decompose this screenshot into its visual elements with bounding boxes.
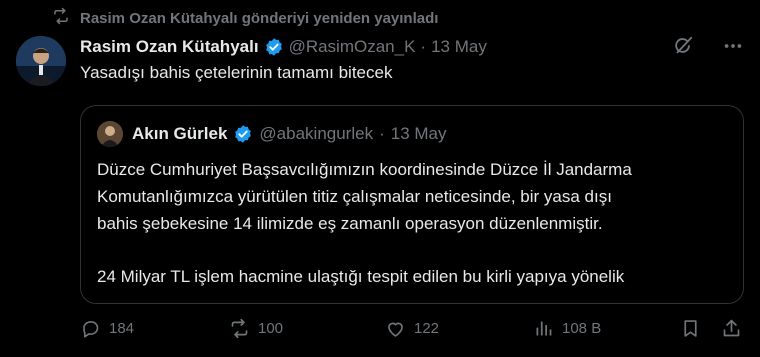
repost-action-icon [229,318,250,339]
quoted-separator-dot: · [379,124,385,143]
quoted-tweet[interactable]: Akın Gürlek @abakingurlek · 13 May Düzce… [80,105,744,304]
tweet-top-icons [672,35,744,57]
tweet-card[interactable]: Rasim Ozan Kütahyalı gönderiyi yeniden y… [0,0,760,357]
action-bar: 184 100 122 108 B [80,316,744,340]
share-button[interactable] [721,316,742,340]
quoted-text-line: Düzce Cumhuriyet Başsavcılığımızın koord… [97,160,632,179]
views-count: 108 B [562,319,602,337]
reply-count: 184 [109,319,135,337]
repost-text: Rasim Ozan Kütahyalı gönderiyi yeniden y… [80,9,439,27]
author-name[interactable]: Rasim Ozan Kütahyalı [80,37,259,57]
heart-icon [385,318,406,339]
quoted-text: Düzce Cumhuriyet Başsavcılığımızın koord… [97,156,737,290]
more-icon[interactable] [722,35,744,57]
like-count: 122 [414,319,440,337]
reply-button[interactable]: 184 [80,316,134,340]
quoted-text-line: Komutanlığımızca yürütülen titiz çalışma… [97,187,612,206]
repost-button[interactable]: 100 [229,316,283,340]
repost-count: 100 [258,319,284,337]
repost-header[interactable]: Rasim Ozan Kütahyalı gönderiyi yeniden y… [52,7,438,29]
verified-badge-icon[interactable] [264,37,284,57]
quoted-text-line: bahis şebekesine 14 ilimizde eş zamanlı … [97,214,603,233]
bookmark-button[interactable] [680,316,701,340]
views-icon [533,318,554,339]
reply-icon [80,318,101,339]
quoted-date[interactable]: 13 May [391,124,447,144]
tweet-date[interactable]: 13 May [431,37,487,57]
quoted-avatar[interactable] [97,121,123,147]
quoted-author-name[interactable]: Akın Gürlek [132,124,227,144]
share-icon [721,318,742,339]
views-button[interactable]: 108 B [533,316,601,340]
tweet-text: Yasadışı bahis çetelerinin tamamı bitece… [80,63,393,82]
avatar[interactable] [16,36,66,86]
tweet-author-line: Rasim Ozan Kütahyalı @RasimOzan_K · 13 M… [80,36,487,58]
quoted-author-line: Akın Gürlek @abakingurlek · 13 May [97,121,447,147]
quoted-text-line: 24 Milyar TL işlem hacmine ulaştığı tesp… [97,267,625,286]
repost-icon [52,7,70,29]
quoted-author-handle[interactable]: @abakingurlek [259,124,373,144]
grok-icon[interactable] [672,35,694,57]
like-button[interactable]: 122 [385,316,439,340]
bookmark-icon [680,318,701,339]
separator-dot: · [420,37,427,56]
quoted-verified-badge-icon[interactable] [233,124,253,144]
author-handle[interactable]: @RasimOzan_K [289,37,416,57]
